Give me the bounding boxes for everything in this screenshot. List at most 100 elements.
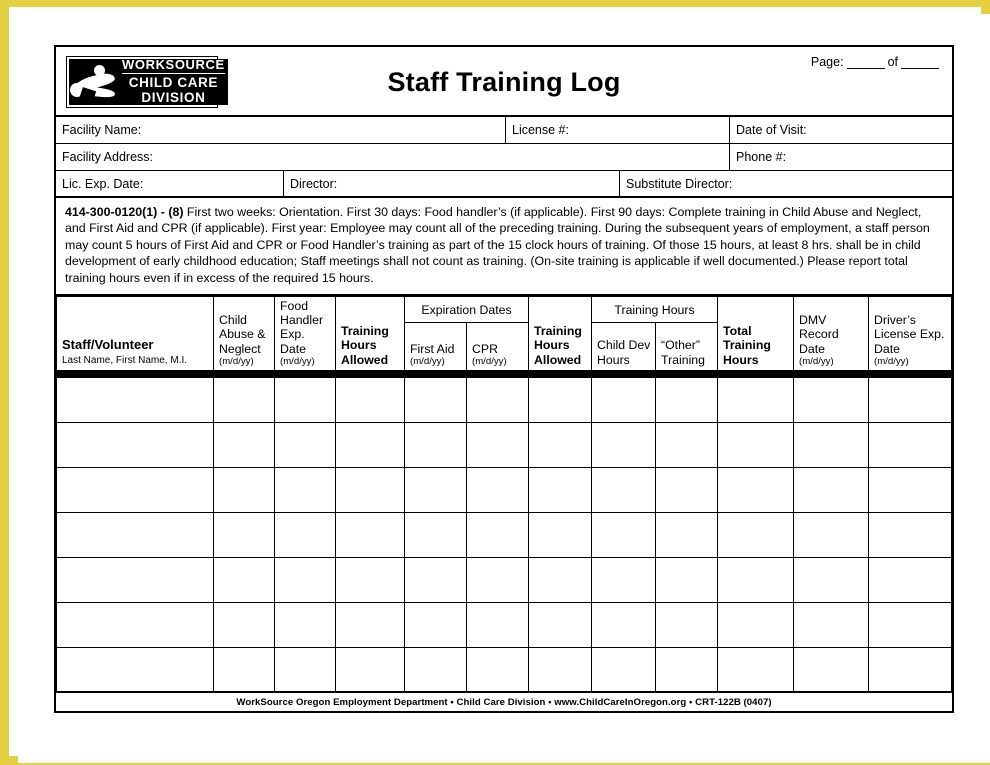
table-cell[interactable]: [868, 421, 953, 468]
table-cell[interactable]: [56, 376, 214, 423]
table-cell[interactable]: [274, 646, 336, 694]
table-cell[interactable]: [591, 421, 657, 468]
page-number-blank[interactable]: [846, 56, 885, 69]
separator-cell: [213, 369, 275, 378]
table-cell[interactable]: [655, 421, 719, 468]
table-cell[interactable]: [274, 556, 336, 603]
table-cell[interactable]: [213, 376, 275, 423]
table-cell[interactable]: [591, 376, 657, 423]
table-cell[interactable]: [335, 466, 405, 513]
table-cell[interactable]: [528, 601, 593, 648]
lic-exp-date-field[interactable]: Lic. Exp. Date:: [56, 171, 284, 196]
table-cell[interactable]: [404, 511, 467, 558]
col-header-first-aid: First Aid (m/d/yy): [404, 322, 467, 371]
separator-cell: [868, 369, 953, 378]
table-cell[interactable]: [274, 466, 336, 513]
table-cell[interactable]: [717, 646, 795, 694]
table-cell[interactable]: [591, 466, 657, 513]
director-field[interactable]: Director:: [284, 171, 620, 196]
table-cell[interactable]: [56, 601, 214, 648]
table-cell[interactable]: [717, 601, 795, 648]
table-cell[interactable]: [655, 646, 719, 694]
table-cell[interactable]: [528, 376, 593, 423]
table-cell[interactable]: [213, 466, 275, 513]
table-cell[interactable]: [213, 646, 275, 694]
table-cell[interactable]: [404, 556, 467, 603]
table-cell[interactable]: [465, 466, 530, 513]
table-cell[interactable]: [404, 376, 467, 423]
table-cell[interactable]: [717, 466, 795, 513]
table-cell[interactable]: [717, 556, 795, 603]
table-cell[interactable]: [404, 646, 467, 694]
phone-number-field[interactable]: Phone #:: [730, 144, 952, 170]
table-cell[interactable]: [868, 556, 953, 603]
table-cell[interactable]: [213, 511, 275, 558]
table-cell[interactable]: [793, 376, 870, 423]
separator-cell: [591, 369, 657, 378]
table-cell[interactable]: [213, 601, 275, 648]
table-cell[interactable]: [465, 376, 530, 423]
table-cell[interactable]: [274, 421, 336, 468]
table-cell[interactable]: [56, 511, 214, 558]
table-cell[interactable]: [793, 511, 870, 558]
table-cell[interactable]: [528, 421, 593, 468]
table-cell[interactable]: [528, 556, 593, 603]
table-cell[interactable]: [335, 376, 405, 423]
table-cell[interactable]: [717, 376, 795, 423]
table-cell[interactable]: [274, 511, 336, 558]
table-cell[interactable]: [56, 466, 214, 513]
table-cell[interactable]: [274, 601, 336, 648]
table-cell[interactable]: [404, 601, 467, 648]
table-cell[interactable]: [465, 601, 530, 648]
table-cell[interactable]: [335, 556, 405, 603]
table-cell[interactable]: [793, 421, 870, 468]
table-cell[interactable]: [591, 556, 657, 603]
table-cell[interactable]: [868, 601, 953, 648]
substitute-director-field[interactable]: Substitute Director:: [620, 171, 952, 196]
col-label-child-dev-hours: Child Dev Hours: [597, 338, 651, 367]
table-cell[interactable]: [465, 646, 530, 694]
table-cell[interactable]: [465, 556, 530, 603]
table-cell[interactable]: [591, 511, 657, 558]
table-cell[interactable]: [868, 376, 953, 423]
table-cell[interactable]: [868, 511, 953, 558]
table-cell[interactable]: [213, 421, 275, 468]
page-total-blank[interactable]: [901, 56, 939, 69]
table-cell[interactable]: [717, 511, 795, 558]
table-cell[interactable]: [213, 556, 275, 603]
table-cell[interactable]: [528, 466, 593, 513]
facility-name-field[interactable]: Facility Name:: [56, 117, 506, 143]
table-cell[interactable]: [717, 421, 795, 468]
table-cell[interactable]: [528, 646, 593, 694]
license-number-field[interactable]: License #:: [506, 117, 730, 143]
table-cell[interactable]: [655, 466, 719, 513]
table-cell[interactable]: [655, 556, 719, 603]
table-cell[interactable]: [591, 646, 657, 694]
table-cell[interactable]: [655, 601, 719, 648]
table-cell[interactable]: [335, 421, 405, 468]
table-cell[interactable]: [56, 556, 214, 603]
table-cell[interactable]: [528, 511, 593, 558]
table-cell[interactable]: [56, 646, 214, 694]
date-of-visit-field[interactable]: Date of Visit:: [730, 117, 952, 143]
table-cell[interactable]: [655, 376, 719, 423]
table-cell[interactable]: [404, 421, 467, 468]
table-cell[interactable]: [404, 466, 467, 513]
table-cell[interactable]: [335, 601, 405, 648]
table-cell[interactable]: [868, 646, 953, 694]
table-cell[interactable]: [274, 376, 336, 423]
table-cell[interactable]: [56, 421, 214, 468]
table-cell[interactable]: [793, 466, 870, 513]
table-cell[interactable]: [465, 511, 530, 558]
table-cell[interactable]: [335, 646, 405, 694]
table-cell[interactable]: [793, 601, 870, 648]
table-cell[interactable]: [793, 646, 870, 694]
table-cell[interactable]: [465, 421, 530, 468]
table-cell[interactable]: [868, 466, 953, 513]
table-cell[interactable]: [591, 601, 657, 648]
table-cell[interactable]: [655, 511, 719, 558]
table-cell[interactable]: [793, 556, 870, 603]
facility-address-field[interactable]: Facility Address:: [56, 144, 730, 170]
separator-cell: [335, 369, 405, 378]
table-cell[interactable]: [335, 511, 405, 558]
